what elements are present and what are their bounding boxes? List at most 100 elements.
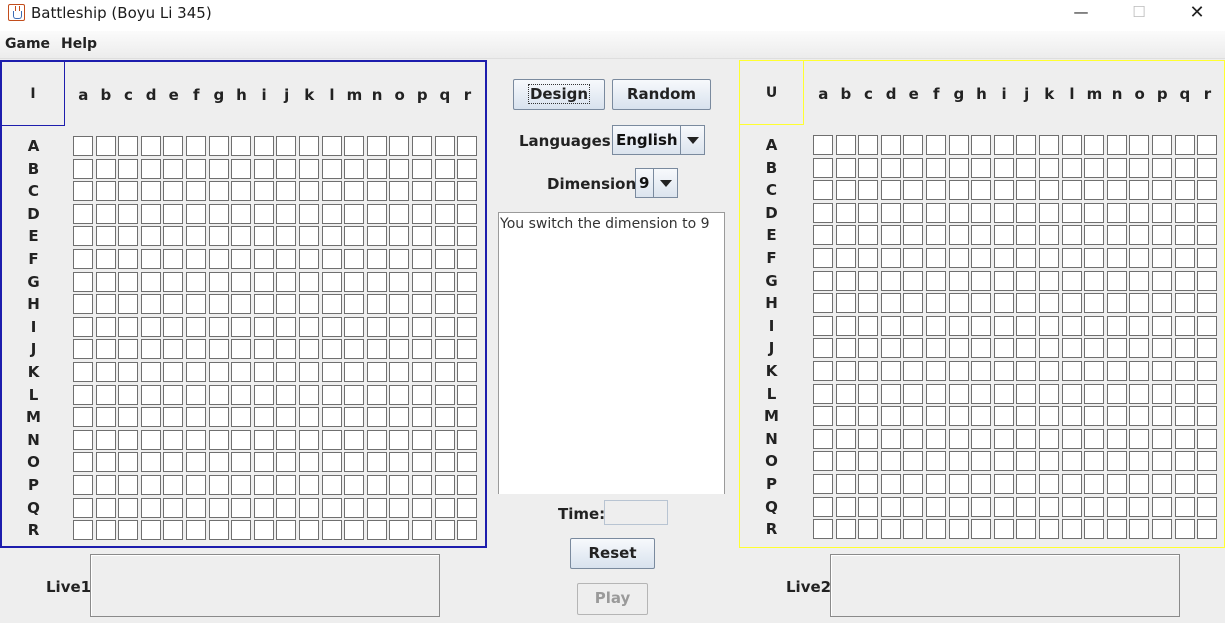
grid-cell[interactable] [1197,293,1218,314]
grid-cell[interactable] [1084,474,1105,494]
grid-cell[interactable] [231,339,252,360]
grid-cell[interactable] [389,475,410,495]
grid-cell[interactable] [926,474,946,494]
grid-cell[interactable] [1016,451,1037,472]
grid-cell[interactable] [880,406,901,427]
grid-cell[interactable] [948,383,969,404]
grid-cell[interactable] [276,294,297,315]
grid-cell[interactable] [1152,383,1172,404]
grid-cell[interactable] [971,383,992,404]
grid-cell[interactable] [231,181,252,202]
grid-cell[interactable] [926,338,946,359]
grid-cell[interactable] [344,294,365,315]
grid-cell[interactable] [321,407,342,428]
grid-cell[interactable] [118,294,139,315]
grid-cell[interactable] [118,203,139,224]
grid-cell[interactable] [1084,202,1105,223]
grid-cell[interactable] [253,339,274,360]
grid-cell[interactable] [1106,519,1127,540]
grid-cell[interactable] [140,339,161,360]
grid-cell[interactable] [253,203,274,224]
grid-cell[interactable] [858,248,879,268]
grid-cell[interactable] [880,270,901,291]
grid-cell[interactable] [457,452,478,473]
grid-cell[interactable] [948,519,969,540]
grid-cell[interactable] [73,316,93,337]
grid-cell[interactable] [366,203,387,224]
grid-cell[interactable] [926,406,946,427]
grid-cell[interactable] [1039,293,1059,314]
grid-cell[interactable] [948,225,969,246]
grid-cell[interactable] [118,339,139,360]
grid-cell[interactable] [140,384,161,405]
grid-cell[interactable] [903,519,924,540]
grid-cell[interactable] [457,384,478,405]
grid-cell[interactable] [344,181,365,202]
grid-cell[interactable] [993,406,1014,427]
grid-cell[interactable] [813,406,833,427]
grid-cell[interactable] [163,158,184,179]
language-select[interactable]: English [612,125,705,155]
message-log[interactable]: You switch the dimension to 9 [498,212,725,494]
grid-cell[interactable] [73,475,93,495]
grid-cell[interactable] [948,270,969,291]
grid-cell[interactable] [186,339,206,360]
grid-cell[interactable] [231,226,252,247]
grid-cell[interactable] [434,475,455,495]
grid-cell[interactable] [118,362,139,382]
grid-cell[interactable] [321,203,342,224]
grid-cell[interactable] [73,181,93,202]
grid-cell[interactable] [412,181,432,202]
grid-cell[interactable] [321,226,342,247]
grid-cell[interactable] [880,338,901,359]
grid-cell[interactable] [1106,202,1127,223]
grid-cell[interactable] [948,338,969,359]
grid-cell[interactable] [971,451,992,472]
grid-cell[interactable] [118,271,139,292]
grid-cell[interactable] [1174,270,1195,291]
grid-cell[interactable] [457,136,478,156]
grid-cell[interactable] [140,271,161,292]
grid-cell[interactable] [926,451,946,472]
grid-cell[interactable] [1061,270,1082,291]
grid-cell[interactable] [412,158,432,179]
grid-cell[interactable] [344,475,365,495]
grid-cell[interactable] [299,271,319,292]
grid-cell[interactable] [412,226,432,247]
grid-cell[interactable] [163,362,184,382]
grid-cell[interactable] [321,452,342,473]
grid-cell[interactable] [344,497,365,518]
grid-cell[interactable] [299,158,319,179]
grid-cell[interactable] [366,452,387,473]
grid-cell[interactable] [208,520,229,541]
grid-cell[interactable] [1174,428,1195,449]
grid-cell[interactable] [1129,383,1150,404]
grid-cell[interactable] [276,362,297,382]
grid-cell[interactable] [1197,157,1218,178]
grid-cell[interactable] [389,226,410,247]
grid-cell[interactable] [208,226,229,247]
grid-cell[interactable] [993,519,1014,540]
grid-cell[interactable] [231,475,252,495]
grid-cell[interactable] [926,135,946,155]
grid-cell[interactable] [344,316,365,337]
grid-cell[interactable] [971,474,992,494]
grid-cell[interactable] [95,249,116,269]
grid-cell[interactable] [186,249,206,269]
grid-cell[interactable] [321,249,342,269]
grid-cell[interactable] [95,136,116,156]
grid-cell[interactable] [366,407,387,428]
grid-cell[interactable] [186,407,206,428]
grid-cell[interactable] [1174,315,1195,336]
grid-cell[interactable] [993,270,1014,291]
grid-cell[interactable] [95,181,116,202]
grid-cell[interactable] [253,316,274,337]
grid-cell[interactable] [208,407,229,428]
grid-cell[interactable] [858,519,879,540]
grid-cell[interactable] [299,520,319,541]
grid-cell[interactable] [813,451,833,472]
grid-cell[interactable] [163,136,184,156]
grid-cell[interactable] [1016,157,1037,178]
grid-cell[interactable] [813,180,833,201]
grid-cell[interactable] [231,316,252,337]
